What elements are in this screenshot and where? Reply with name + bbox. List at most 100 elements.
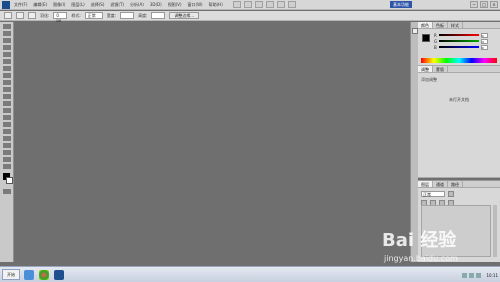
green-value-input[interactable]: 0	[481, 38, 489, 44]
pen-tool-icon[interactable]	[3, 122, 11, 127]
eraser-tool-icon[interactable]	[3, 94, 11, 99]
history-brush-tool-icon[interactable]	[3, 87, 11, 92]
workspace-button[interactable]: 基本功能	[390, 1, 412, 8]
add-selection-icon[interactable]	[28, 12, 36, 19]
minimize-button[interactable]: −	[470, 1, 478, 8]
photoshop-taskbar-icon[interactable]	[54, 270, 64, 280]
move-tool-icon[interactable]	[3, 24, 11, 29]
no-document-message: 未打开文档	[449, 97, 469, 102]
adjustments-panel-tabs: 调整 蒙版	[418, 66, 500, 73]
clone-stamp-tool-icon[interactable]	[3, 80, 11, 85]
color-panel-tabs: 颜色 色板 样式	[418, 22, 500, 29]
tab-masks[interactable]: 蒙版	[433, 66, 448, 72]
height-input[interactable]	[151, 12, 166, 19]
close-button[interactable]: ×	[490, 1, 498, 8]
height-label: 高度:	[138, 12, 148, 18]
color-spectrum-bar[interactable]	[421, 58, 497, 63]
window-controls: − □ ×	[470, 1, 498, 8]
menu-edit[interactable]: 编辑(E)	[33, 2, 47, 8]
browser-icon[interactable]	[39, 270, 49, 280]
menu-file[interactable]: 文件(F)	[14, 2, 27, 8]
style-select[interactable]: 正常	[84, 12, 103, 19]
blend-mode-select[interactable]: 正常	[421, 191, 445, 197]
baidu-watermark: Bai 经验 jingyan.baidu.com	[382, 226, 492, 272]
menu-image[interactable]: 图像(I)	[53, 2, 65, 8]
dodge-tool-icon[interactable]	[3, 115, 11, 120]
blue-value-input[interactable]: 0	[480, 44, 488, 50]
tab-styles[interactable]: 样式	[448, 22, 463, 28]
current-color-swatch[interactable]	[422, 34, 430, 42]
mini-bridge-icon[interactable]	[243, 1, 252, 8]
brush-tool-icon[interactable]	[3, 73, 11, 78]
tools-panel	[0, 22, 14, 262]
app-logo-icon	[2, 0, 10, 9]
quick-select-tool-icon[interactable]	[3, 45, 11, 50]
start-button[interactable]: 开始	[2, 269, 20, 280]
zoom-tool-icon[interactable]	[3, 164, 11, 169]
eyedropper-tool-icon[interactable]	[3, 59, 11, 64]
marquee-tool-preset-icon[interactable]	[4, 12, 12, 19]
red-value-input[interactable]: 0	[480, 32, 488, 38]
menu-view[interactable]: 视图(V)	[168, 2, 182, 8]
menu-layer[interactable]: 图层(L)	[71, 2, 84, 8]
blur-tool-icon[interactable]	[3, 108, 11, 113]
layers-scrollbar[interactable]	[493, 205, 497, 257]
document-canvas-area[interactable]	[15, 22, 410, 262]
opacity-input[interactable]	[448, 191, 454, 197]
feather-label: 羽化:	[40, 12, 50, 18]
type-tool-icon[interactable]	[3, 129, 11, 134]
refine-edge-button[interactable]: 调整边缘...	[169, 12, 200, 19]
hand-icon[interactable]	[265, 1, 274, 8]
input-method-icon[interactable]	[476, 272, 482, 278]
adjustments-panel: 调整 蒙版 添加调整 未打开文档	[418, 66, 500, 178]
menu-analysis[interactable]: 分析(A)	[130, 2, 144, 8]
app-toolbar	[232, 1, 296, 8]
rotate-view-icon[interactable]	[276, 1, 285, 8]
path-select-tool-icon[interactable]	[3, 136, 11, 141]
menu-bar: 文件(F) 编辑(E) 图像(I) 图层(L) 选择(S) 滤镜(T) 分析(A…	[0, 0, 500, 10]
lasso-tool-icon[interactable]	[3, 38, 11, 43]
color-panel: 颜色 色板 样式 R 0 G 0 B 0	[418, 22, 500, 66]
main-menu: 文件(F) 编辑(E) 图像(I) 图层(L) 选择(S) 滤镜(T) 分析(A…	[14, 2, 223, 8]
menu-help[interactable]: 帮助(H)	[209, 2, 223, 8]
width-input[interactable]	[120, 12, 135, 19]
menu-3d[interactable]: 3D(D)	[150, 2, 162, 8]
new-selection-icon[interactable]	[16, 12, 24, 19]
3d-rotate-tool-icon[interactable]	[3, 150, 11, 155]
hand-tool-icon[interactable]	[3, 157, 11, 162]
arrange-documents-icon[interactable]	[287, 1, 296, 8]
menu-filter[interactable]: 滤镜(T)	[110, 2, 124, 8]
red-channel-label: R	[434, 32, 437, 38]
quick-mask-icon[interactable]	[3, 189, 11, 194]
red-slider[interactable]	[438, 34, 479, 36]
menu-select[interactable]: 选择(S)	[91, 2, 105, 8]
feather-input[interactable]: 0 px	[53, 12, 68, 23]
shape-tool-icon[interactable]	[3, 143, 11, 148]
marquee-tool-icon[interactable]	[3, 31, 11, 36]
crop-tool-icon[interactable]	[3, 52, 11, 57]
green-slider[interactable]	[439, 40, 480, 42]
healing-brush-tool-icon[interactable]	[3, 66, 11, 71]
volume-icon[interactable]	[469, 272, 475, 278]
bridge-icon[interactable]	[232, 1, 241, 8]
layers-panel-tabs: 图层 通道 路径	[418, 181, 500, 188]
tab-adjustments[interactable]: 调整	[418, 66, 433, 72]
tab-swatches[interactable]: 色板	[433, 22, 448, 28]
maximize-button[interactable]: □	[480, 1, 488, 8]
tab-paths[interactable]: 路径	[448, 181, 463, 187]
menu-window[interactable]: 窗口(W)	[188, 2, 203, 8]
desktop-icon[interactable]	[24, 270, 34, 280]
gradient-tool-icon[interactable]	[3, 101, 11, 106]
watermark-logo: Bai 经验	[382, 230, 457, 251]
tab-channels[interactable]: 通道	[433, 181, 448, 187]
watermark-url: jingyan.baidu.com	[384, 254, 458, 263]
green-channel-label: G	[434, 38, 438, 44]
add-adjustment-label: 添加调整	[421, 77, 437, 82]
blue-slider[interactable]	[438, 46, 479, 48]
tab-color[interactable]: 颜色	[418, 22, 433, 28]
zoom-level-icon[interactable]	[254, 1, 263, 8]
clock[interactable]: 10:11	[486, 273, 498, 278]
network-icon[interactable]	[462, 272, 468, 278]
background-color-swatch[interactable]	[6, 177, 13, 184]
tab-layers[interactable]: 图层	[418, 181, 433, 187]
